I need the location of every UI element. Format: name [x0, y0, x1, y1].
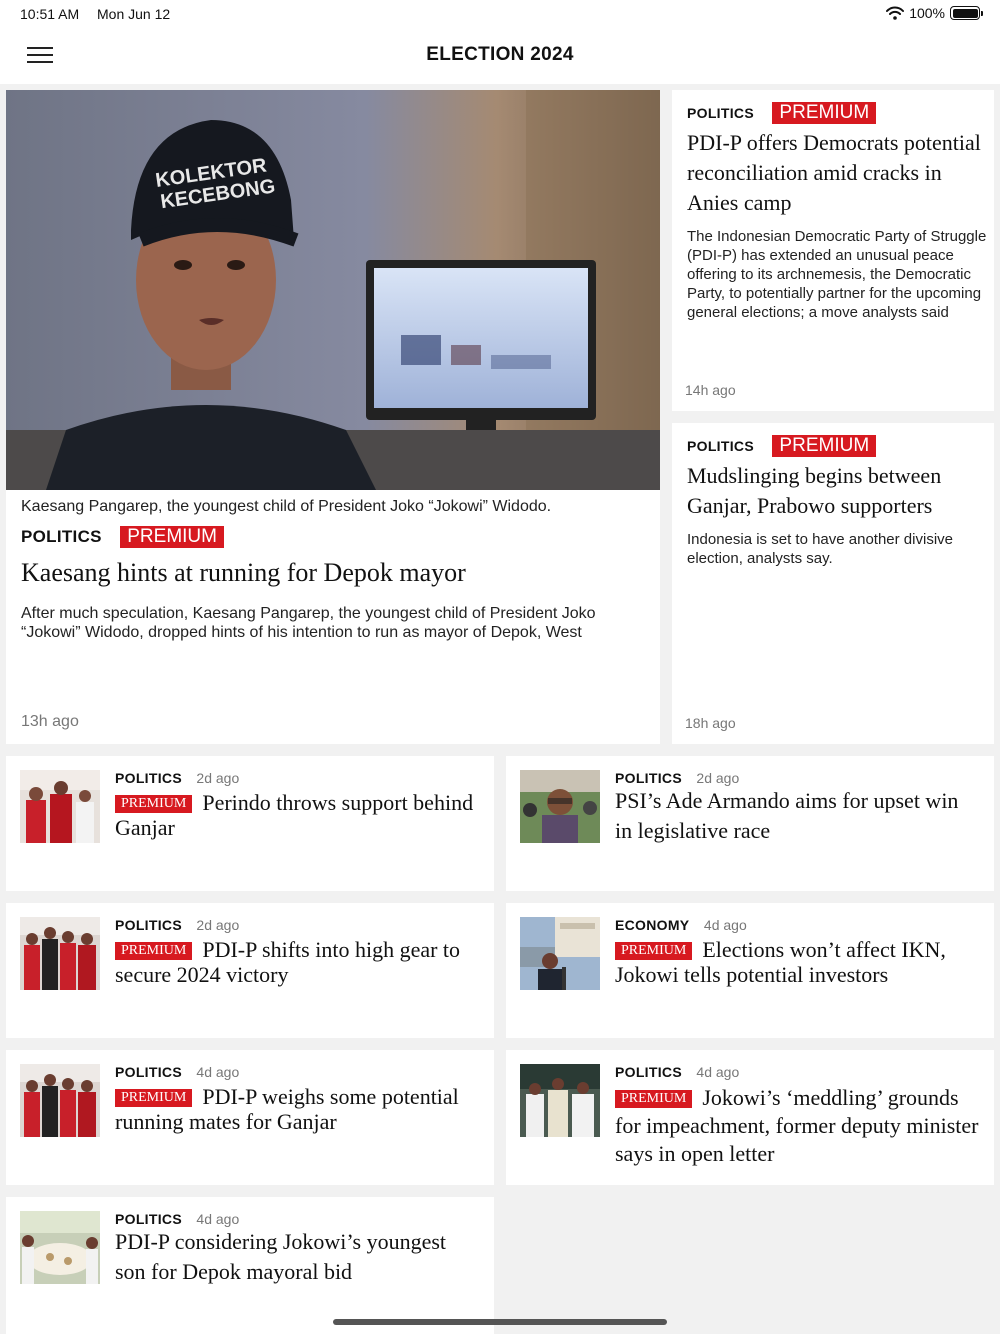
list-timestamp: 2d ago — [196, 770, 240, 786]
side-summary: Indonesia is set to have another divisiv… — [687, 531, 953, 567]
list-headline[interactable]: PREMIUM PDI-P weighs some potential runni… — [115, 1084, 480, 1134]
side-article-card[interactable]: POLITICS PREMIUM PDI-P offers Democrats … — [672, 90, 994, 411]
list-headline[interactable]: PREMIUM Elections won’t affect IKN, Jokow… — [615, 937, 980, 987]
hero-article-image: KOLEKTOR KECEBONG — [6, 90, 660, 490]
article-thumbnail — [520, 917, 600, 990]
battery-percent: 100% — [909, 5, 945, 21]
premium-badge: PREMIUM — [615, 1090, 693, 1108]
hero-image-caption: Kaesang Pangarep, the youngest child of … — [21, 498, 552, 515]
article-thumbnail — [20, 917, 100, 990]
article-thumbnail — [20, 1211, 100, 1284]
list-article-card[interactable]: POLITICS 4d ago PDI-P considering Jokowi… — [6, 1197, 494, 1334]
article-thumbnail — [20, 1064, 100, 1137]
hero-summary: After much speculation, Kaesang Pangarep… — [21, 605, 596, 641]
list-headline[interactable]: PREMIUM Perindo throws support behind Gan… — [115, 790, 480, 840]
list-timestamp: 2d ago — [696, 770, 740, 786]
list-article-card[interactable]: POLITICS 2d ago PREMIUM PDI-P shifts into… — [6, 903, 494, 1038]
list-article-card[interactable]: POLITICS 2d ago PREMIUM Perindo throws su… — [6, 756, 494, 891]
premium-badge: PREMIUM — [772, 102, 877, 124]
side-timestamp: 18h ago — [685, 715, 736, 731]
list-category: POLITICS — [115, 1064, 182, 1080]
battery-icon — [950, 6, 983, 20]
list-article-card[interactable]: POLITICS 2d ago PSI’s Ade Armando aims f… — [506, 756, 994, 891]
hero-article-card[interactable]: KOLEKTOR KECEBONG Kaesang Pangarep, the … — [6, 90, 660, 744]
side-headline[interactable]: PDI-P offers Democrats potential reconci… — [687, 128, 982, 218]
status-right: 100% — [886, 5, 983, 21]
list-timestamp: 4d ago — [696, 1064, 740, 1080]
premium-badge: PREMIUM — [772, 435, 877, 457]
list-category: POLITICS — [115, 917, 182, 933]
list-headline[interactable]: PDI-P considering Jokowi’s youngest son … — [115, 1227, 480, 1287]
list-headline[interactable]: PREMIUM Jokowi’s ‘meddling’ grounds for i… — [615, 1084, 980, 1168]
hero-headline[interactable]: Kaesang hints at running for Depok mayor — [21, 558, 466, 588]
list-category: POLITICS — [115, 770, 182, 786]
article-thumbnail — [20, 770, 100, 843]
list-headline[interactable]: PREMIUM PDI-P shifts into high gear to se… — [115, 937, 480, 987]
article-thumbnail — [520, 1064, 600, 1137]
list-meta: ECONOMY 4d ago — [615, 917, 747, 935]
list-meta: POLITICS 4d ago — [615, 1064, 739, 1082]
list-timestamp: 4d ago — [703, 917, 747, 933]
list-meta: POLITICS 2d ago — [115, 770, 239, 788]
list-article-card[interactable]: POLITICS 4d ago PREMIUM PDI-P weighs some… — [6, 1050, 494, 1185]
side-meta: POLITICS PREMIUM — [687, 102, 877, 124]
list-timestamp: 4d ago — [196, 1064, 240, 1080]
top-nav-bar: ELECTION 2024 — [0, 28, 1000, 84]
home-indicator[interactable] — [333, 1319, 667, 1325]
side-summary: The Indonesian Democratic Party of Strug… — [687, 228, 987, 321]
list-meta: POLITICS 4d ago — [115, 1064, 239, 1082]
premium-badge: PREMIUM — [115, 795, 193, 813]
list-category: ECONOMY — [615, 917, 690, 933]
premium-badge: PREMIUM — [115, 1089, 193, 1107]
list-meta: POLITICS 2d ago — [115, 917, 239, 935]
side-category: POLITICS — [687, 105, 754, 121]
section-title: ELECTION 2024 — [426, 44, 574, 65]
list-category: POLITICS — [615, 770, 682, 786]
premium-badge: PREMIUM — [115, 942, 193, 960]
side-article-card[interactable]: POLITICS PREMIUM Mudslinging begins betw… — [672, 423, 994, 744]
premium-badge: PREMIUM — [615, 942, 693, 960]
list-category: POLITICS — [115, 1211, 182, 1227]
status-time: 10:51 AM — [20, 6, 80, 22]
side-timestamp: 14h ago — [685, 382, 736, 398]
list-article-card[interactable]: POLITICS 4d ago PREMIUM Jokowi’s ‘meddlin… — [506, 1050, 994, 1185]
list-timestamp: 2d ago — [196, 917, 240, 933]
list-timestamp: 4d ago — [196, 1211, 240, 1227]
side-category: POLITICS — [687, 438, 754, 454]
side-meta: POLITICS PREMIUM — [687, 435, 877, 457]
status-date: Mon Jun 12 — [97, 6, 171, 22]
article-thumbnail — [520, 770, 600, 843]
premium-badge: PREMIUM — [120, 526, 224, 548]
list-article-card[interactable]: ECONOMY 4d ago PREMIUM Elections won’t af… — [506, 903, 994, 1038]
hero-meta: POLITICS PREMIUM — [21, 526, 224, 548]
status-bar: 10:51 AM Mon Jun 12 100% — [0, 0, 1000, 28]
side-headline[interactable]: Mudslinging begins between Ganjar, Prabo… — [687, 461, 982, 521]
list-category: POLITICS — [615, 1064, 682, 1080]
hero-timestamp: 13h ago — [21, 713, 79, 730]
wifi-icon — [886, 6, 905, 20]
hero-category: POLITICS — [21, 527, 102, 546]
list-headline[interactable]: PSI’s Ade Armando aims for upset win in … — [615, 786, 980, 846]
